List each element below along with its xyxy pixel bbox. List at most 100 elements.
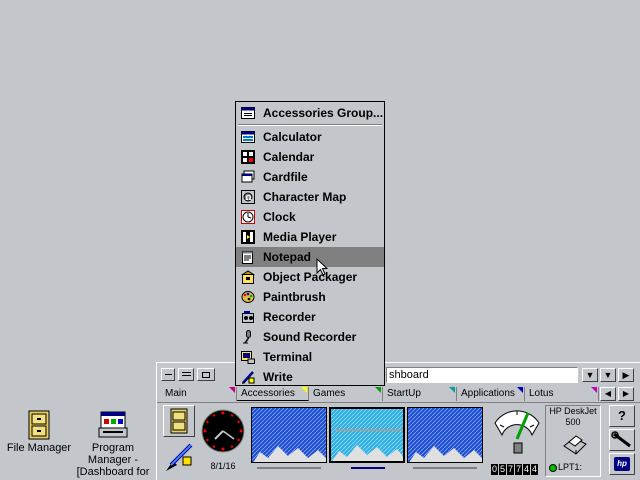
date-label: 8/1/16 [210, 461, 236, 471]
cardfile-icon [241, 170, 255, 183]
object-packager-icon [241, 270, 255, 284]
menu-item-recorder[interactable]: Recorder [236, 307, 384, 327]
arrow-right-icon: ▶ [622, 389, 630, 398]
tab-startup[interactable]: StartUp [383, 387, 457, 401]
tab-lotus[interactable]: Lotus [525, 387, 599, 401]
menu-separator [238, 124, 382, 126]
arrow-right-icon: ▶ [622, 370, 630, 380]
write-icon [242, 371, 255, 384]
group-window-icon [241, 107, 255, 119]
menu-item-calendar[interactable]: Calendar [236, 147, 384, 167]
menu-item-label: Recorder [263, 310, 316, 324]
menu-item-notepad[interactable]: Notepad [236, 247, 384, 267]
clock-face-icon [201, 409, 245, 453]
virtual-screen-1[interactable] [251, 407, 327, 463]
virtual-screen-3[interactable] [407, 407, 483, 463]
menu-item-paintbrush[interactable]: Paintbrush [236, 287, 384, 307]
program-manager-label-line-3: [Dashboard for [76, 466, 150, 478]
menu-item-calculator[interactable]: Calculator [236, 127, 384, 147]
counter-digit: 7 [515, 464, 522, 475]
paintbrush-icon [241, 291, 255, 303]
tab-scroll-right-button[interactable]: ▶ [618, 387, 634, 401]
menu-item-sound-recorder[interactable]: Sound Recorder [236, 327, 384, 347]
resource-gauge[interactable] [492, 405, 542, 455]
hp-logo-icon: hp [614, 457, 630, 471]
menu-item-cardfile[interactable]: Cardfile [236, 167, 384, 187]
tab-applications-color-marker [517, 387, 523, 393]
tab-lotus-color-marker [591, 387, 597, 393]
tab-games[interactable]: Games [309, 387, 383, 401]
counter-digit: 5 [499, 464, 506, 475]
media-player-icon [241, 230, 255, 244]
menu-item-media-player[interactable]: Media Player [236, 227, 384, 247]
menu-item-label: Object Packager [263, 270, 358, 284]
menu-item-write[interactable]: Write [236, 367, 384, 387]
help-label: ? [618, 408, 626, 423]
analog-clock[interactable] [201, 409, 245, 453]
file-manager-desktop-icon[interactable]: File Manager [4, 410, 74, 454]
recorder-icon [242, 311, 254, 323]
tab-applications[interactable]: Applications [457, 387, 525, 401]
menu-item-character-map[interactable]: Ω Character Map [236, 187, 384, 207]
counter-digit: 0 [491, 464, 498, 475]
menu-item-label: Character Map [263, 190, 347, 204]
printer-panel[interactable]: HP DeskJet 500 LPT1: [545, 405, 601, 477]
mountain-wallpaper [408, 408, 482, 462]
tab-main[interactable]: Main [161, 387, 237, 401]
hp-logo-button[interactable]: hp [609, 453, 635, 475]
pen-icon [166, 443, 193, 471]
file-cabinet-icon [170, 408, 188, 434]
tab-scroll-left-button[interactable]: ◀ [600, 387, 616, 401]
file-cabinet-icon [27, 410, 51, 440]
group-name-text: shboard [389, 369, 429, 381]
menu-item-label: Accessories Group... [263, 106, 384, 120]
mountain-wallpaper [331, 409, 403, 461]
file-manager-label: File Manager [6, 442, 72, 454]
double-chevron-down-icon: ▼ [585, 370, 595, 380]
tab-lotus-label: Lotus [529, 388, 554, 399]
arrow-down-icon: ▼ [603, 370, 613, 380]
menu-item-object-packager[interactable]: Object Packager [236, 267, 384, 287]
program-manager-desktop-icon[interactable]: Program Manager - [Dashboard for [76, 410, 150, 478]
tab-games-label: Games [313, 388, 346, 399]
character-map-icon: Ω [241, 190, 255, 204]
list-style-button[interactable] [178, 368, 194, 381]
menu-item-label: Calculator [263, 130, 322, 144]
arrow-left-icon: ◀ [604, 389, 612, 398]
tab-main-label: Main [165, 388, 187, 399]
menu-item-accessories-group[interactable]: Accessories Group... [236, 103, 384, 123]
menu-item-label: Cardfile [263, 170, 308, 184]
printer-port: LPT1: [558, 462, 583, 472]
menu-item-clock[interactable]: Clock [236, 207, 384, 227]
virtual-screen-2[interactable] [329, 407, 405, 463]
group-name-field[interactable]: shboard [386, 367, 578, 383]
tab-games-color-marker [375, 387, 381, 393]
scroll-right-button[interactable]: ▶ [618, 368, 634, 382]
help-button[interactable]: ? [609, 405, 635, 427]
menu-item-terminal[interactable]: Terminal [236, 347, 384, 367]
clock-icon [241, 210, 255, 224]
tab-accessories[interactable]: Accessories [237, 387, 309, 401]
counter-digit: 4 [531, 464, 538, 475]
mouse-cursor-icon [316, 258, 329, 276]
program-manager-label-line-2: Manager - [87, 454, 139, 466]
dropdown-button[interactable]: ▼ [582, 368, 598, 382]
menu-item-label: Notepad [263, 250, 311, 264]
wrench-icon [611, 431, 631, 448]
notepad-icon [242, 251, 253, 264]
minimize-style-button[interactable] [161, 368, 175, 381]
file-manager-launch-button[interactable] [163, 405, 195, 437]
menu-item-label: Paintbrush [263, 290, 326, 304]
counter-digit: 7 [507, 464, 514, 475]
dashboard-panel: shboard ▼ ▼ ▶ Main Accessories Games Sta… [156, 362, 640, 480]
paintbrush-launch-button[interactable] [163, 441, 195, 473]
menu-item-label: Terminal [263, 350, 313, 364]
menu-item-label: Calendar [263, 150, 315, 164]
printer-name: HP DeskJet [549, 406, 597, 416]
restore-style-button[interactable] [197, 368, 215, 381]
printer-icon [563, 435, 587, 455]
sound-recorder-icon [243, 330, 251, 344]
scroll-down-button[interactable]: ▼ [600, 368, 616, 382]
tools-button[interactable] [609, 429, 635, 451]
program-manager-label-line-1: Program [91, 442, 135, 454]
